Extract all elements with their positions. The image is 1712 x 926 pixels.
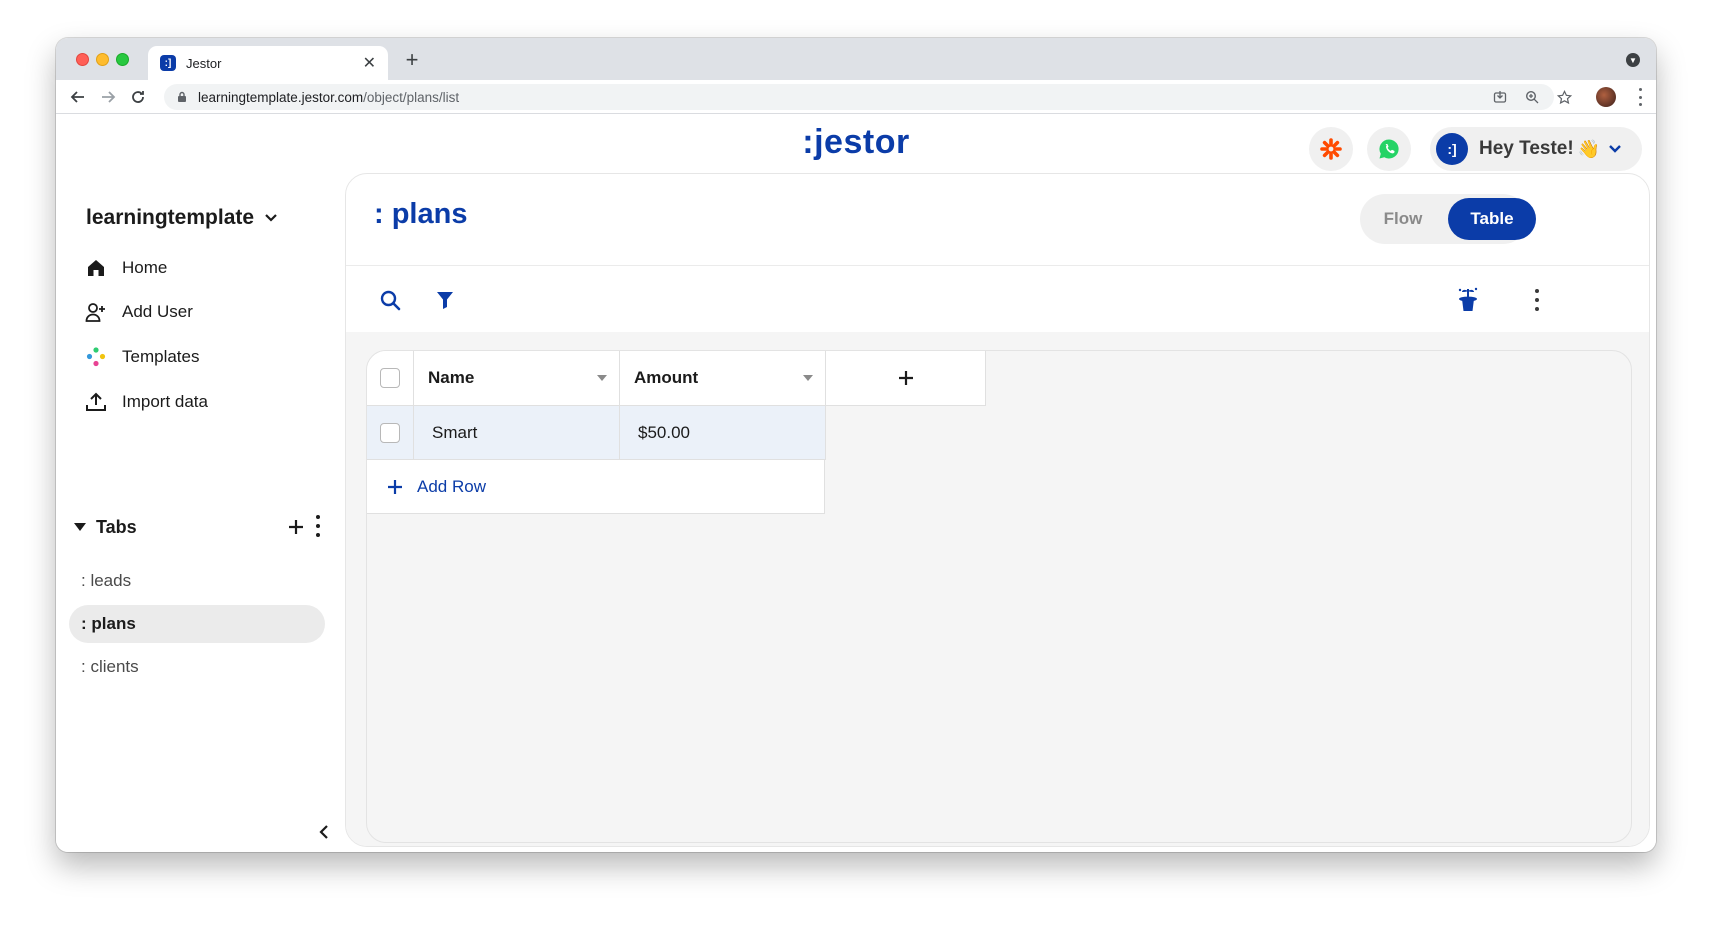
page-title: : plans (374, 198, 468, 230)
tabs-more-icon[interactable] (316, 515, 320, 537)
sidebar-item-import-data[interactable]: Import data (85, 387, 208, 417)
upload-icon (85, 391, 107, 413)
data-grid: Name Amount Smart $50.00 Add Row (366, 350, 1632, 843)
more-options-icon[interactable] (1535, 289, 1539, 311)
whatsapp-icon (1379, 139, 1399, 159)
jestor-logo[interactable]: :jestor (56, 123, 1656, 162)
add-user-icon (85, 301, 107, 323)
jestor-favicon-icon: :] (160, 55, 176, 71)
forward-icon[interactable] (96, 85, 120, 109)
add-tab-button[interactable] (282, 513, 310, 541)
column-header-label: Name (428, 368, 475, 387)
url-host: learningtemplate.jestor.com (198, 89, 364, 105)
view-toggle: Flow Table (1360, 194, 1536, 244)
collapse-sidebar-button[interactable] (312, 820, 336, 844)
view-flow-button[interactable]: Flow (1360, 194, 1446, 244)
tab-search-icon[interactable]: ▼ (1626, 53, 1640, 67)
select-all-cell (367, 351, 414, 406)
sidebar-item-label: Add User (122, 302, 193, 321)
maximize-window-button[interactable] (116, 53, 129, 66)
chevron-down-icon (1609, 145, 1621, 153)
plus-icon (898, 371, 913, 385)
whatsapp-button[interactable] (1367, 127, 1411, 171)
sidebar-item-home[interactable]: Home (85, 253, 167, 283)
table-cell-amount[interactable]: $50.00 (620, 406, 826, 460)
chevron-down-icon (265, 214, 277, 222)
magic-hat-button[interactable] (1452, 284, 1484, 316)
sidebar-tab-leads[interactable]: : leads (69, 562, 325, 600)
sidebar-item-label: Templates (122, 347, 200, 366)
sidebar-tab-clients[interactable]: : clients (69, 648, 325, 686)
sidebar-item-label: Home (122, 258, 168, 277)
user-avatar: :] (1436, 133, 1468, 165)
sidebar-item-label: Import data (122, 392, 208, 411)
search-button[interactable] (374, 284, 406, 316)
column-header-name[interactable]: Name (414, 351, 620, 406)
header-divider (346, 265, 1649, 266)
browser-menu-icon[interactable] (1638, 88, 1642, 106)
workspace-selector[interactable]: learningtemplate (86, 206, 278, 230)
magic-hat-icon (1458, 287, 1478, 311)
chevron-left-icon (319, 825, 328, 839)
zapier-asterisk-icon (1320, 138, 1342, 160)
column-menu-caret-icon[interactable] (597, 375, 607, 381)
main-panel: : plans Flow Table Name Amount Smart $50… (345, 173, 1650, 847)
browser-titlebar: :] Jestor ✕ + ▼ (56, 38, 1656, 80)
filter-button[interactable] (429, 284, 461, 316)
select-all-checkbox[interactable] (380, 368, 400, 388)
lock-icon (178, 91, 186, 102)
home-icon (85, 257, 107, 279)
bookmark-star-icon[interactable] (1552, 85, 1576, 109)
column-header-label: Amount (634, 368, 699, 387)
tab-close-icon[interactable]: ✕ (363, 53, 376, 73)
row-checkbox[interactable] (380, 422, 400, 443)
minimize-window-button[interactable] (96, 53, 109, 66)
filter-icon (437, 292, 453, 309)
plus-icon (388, 479, 402, 494)
back-icon[interactable] (66, 85, 90, 109)
sidebar-item-add-user[interactable]: Add User (85, 297, 193, 327)
add-row-button[interactable]: Add Row (367, 460, 825, 514)
sidebar-tab-plans[interactable]: : plans (69, 605, 325, 643)
workspace-name: learningtemplate (86, 206, 255, 229)
close-window-button[interactable] (76, 53, 89, 66)
search-icon (380, 290, 401, 311)
browser-tab[interactable]: :] Jestor ✕ (148, 46, 388, 80)
tabs-section-label: Tabs (96, 516, 137, 537)
waving-hand-icon: 👋 (1577, 138, 1601, 159)
view-table-button[interactable]: Table (1448, 198, 1536, 240)
zapier-button[interactable] (1309, 127, 1353, 171)
templates-icon (85, 346, 107, 368)
add-row-label: Add Row (417, 476, 486, 496)
table-cell-name[interactable]: Smart (414, 406, 620, 460)
profile-avatar[interactable] (1596, 87, 1616, 107)
new-tab-icon[interactable]: + (400, 47, 424, 72)
user-menu[interactable]: :] Hey Teste! 👋 (1430, 127, 1642, 171)
sidebar-item-templates[interactable]: Templates (85, 342, 199, 372)
browser-window: :] Jestor ✕ + ▼ learningtemplate.jestor.… (56, 38, 1656, 852)
table-area: Name Amount Smart $50.00 Add Row (346, 332, 1649, 846)
zoom-icon[interactable] (1520, 85, 1544, 109)
tabs-section-toggle[interactable]: Tabs (74, 512, 306, 542)
caret-down-icon (74, 523, 86, 531)
user-greeting: Hey Teste! (1479, 138, 1574, 159)
row-select-cell (367, 406, 414, 460)
jestor-app: :jestor :] Hey Teste! 👋 learningtemplate… (56, 115, 1656, 852)
browser-toolbar: learningtemplate.jestor.com/object/plans… (56, 80, 1656, 114)
install-app-icon[interactable] (1488, 85, 1512, 109)
add-column-button[interactable] (826, 351, 986, 406)
column-menu-caret-icon[interactable] (803, 375, 813, 381)
address-bar[interactable]: learningtemplate.jestor.com/object/plans… (164, 84, 1554, 110)
url-path: /object/plans/list (363, 89, 460, 105)
reload-icon[interactable] (126, 85, 150, 109)
column-header-amount[interactable]: Amount (620, 351, 826, 406)
plus-icon (289, 520, 303, 534)
tab-title: Jestor (186, 55, 222, 71)
